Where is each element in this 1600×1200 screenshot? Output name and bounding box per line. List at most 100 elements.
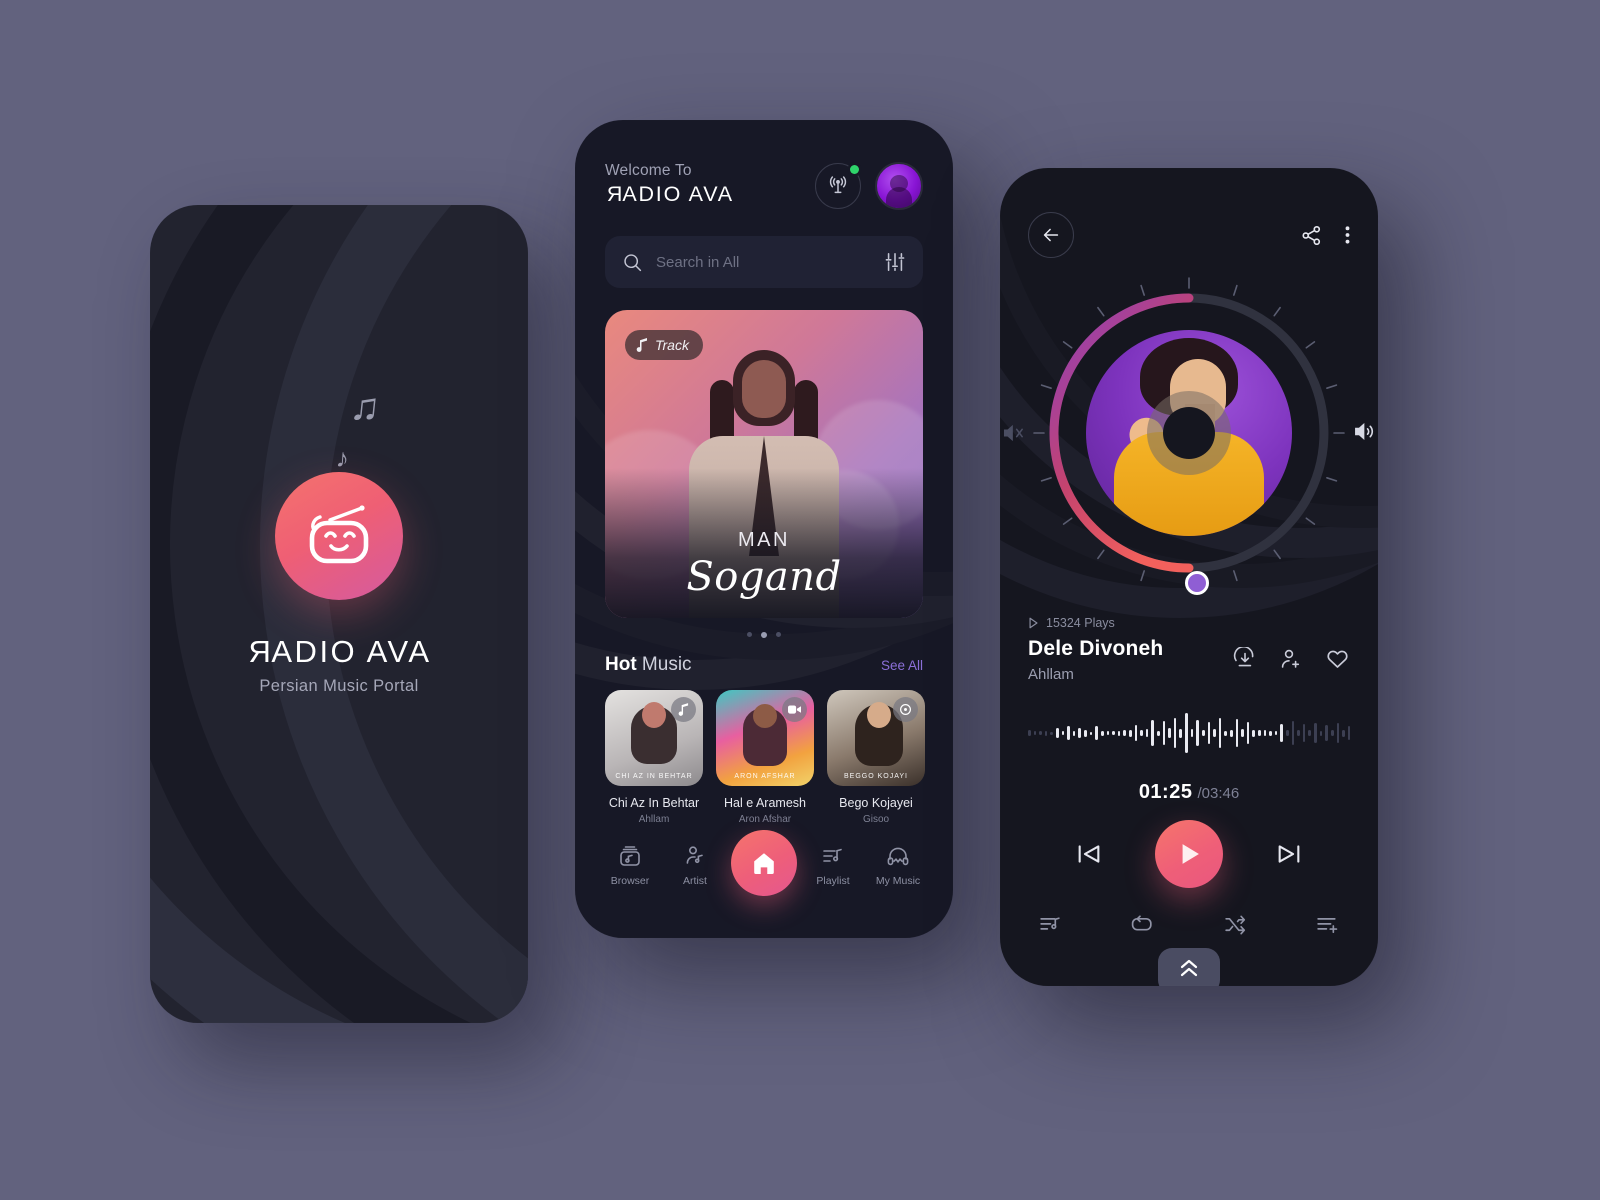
pull-up-handle[interactable] xyxy=(1158,948,1220,986)
waveform-bar xyxy=(1229,729,1233,737)
current-time: 01:25 xyxy=(1138,781,1193,803)
track-title: Chi Az In Behtar xyxy=(608,796,700,810)
track-info: 15324 Plays Dele Divoneh Ahllam xyxy=(1028,616,1350,683)
cover-caption: ARON AFSHAR xyxy=(734,773,796,780)
waveform-bar xyxy=(1263,730,1267,736)
waveform-bar xyxy=(1291,721,1295,745)
waveform-bar xyxy=(1274,731,1278,735)
splash-brand-name: RADIO AVA xyxy=(246,634,431,670)
add-person-icon[interactable] xyxy=(1279,647,1303,671)
previous-button[interactable] xyxy=(1075,840,1103,868)
waveform-bar xyxy=(1218,718,1222,748)
volume-up-icon[interactable] xyxy=(1353,420,1376,443)
waveform-bar xyxy=(1100,730,1104,736)
pagination-dot-active[interactable] xyxy=(761,632,767,638)
sidebar-item-artist[interactable]: Artist xyxy=(666,844,724,887)
add-to-playlist-icon[interactable] xyxy=(1315,912,1340,937)
home-header: Welcome To RADIO AVA xyxy=(605,162,923,210)
tab-label: My Music xyxy=(875,875,921,887)
header-greeting-block: Welcome To RADIO AVA xyxy=(605,162,734,207)
sidebar-item-browser[interactable]: Browser xyxy=(601,844,659,887)
volume-mute-icon[interactable] xyxy=(1002,422,1024,444)
home-icon xyxy=(750,849,778,877)
back-button[interactable] xyxy=(1028,212,1074,258)
progress-knob[interactable] xyxy=(1185,571,1209,595)
waveform-bar xyxy=(1330,730,1334,736)
waveform-bar xyxy=(1179,728,1183,738)
arrow-left-icon xyxy=(1040,224,1062,246)
search-bar[interactable] xyxy=(605,236,923,288)
featured-track-card[interactable]: Track MAN Sogand xyxy=(605,310,923,618)
playback-controls xyxy=(1028,820,1350,888)
brand-rest: ADIO AVA xyxy=(622,182,734,206)
waveform-bar xyxy=(1140,730,1143,736)
waveform-bar xyxy=(1106,731,1110,735)
shuffle-icon[interactable] xyxy=(1223,912,1248,937)
list-item[interactable]: ARON AFSHAR Hal e Aramesh Aron Afshar xyxy=(716,690,814,825)
broadcast-icon xyxy=(827,175,849,197)
music-note-icon xyxy=(671,697,696,722)
queue-music-icon[interactable] xyxy=(1038,912,1063,937)
cover-caption: CHI AZ IN BEHTAR xyxy=(615,773,693,780)
carousel-pagination[interactable] xyxy=(605,632,923,638)
heart-icon[interactable] xyxy=(1325,646,1350,671)
album-cover[interactable]: BEGGO KOJAYI xyxy=(827,690,925,786)
avatar[interactable] xyxy=(875,162,923,210)
album-cover[interactable]: ARON AFSHAR xyxy=(716,690,814,786)
waveform-bar xyxy=(1213,729,1216,737)
waveform-bar xyxy=(1168,728,1171,738)
sidebar-item-home[interactable] xyxy=(731,830,797,896)
search-input[interactable] xyxy=(656,253,871,271)
waveform-bar xyxy=(1056,728,1059,738)
brand-first-letter: R xyxy=(605,182,623,206)
waveform-bar xyxy=(1134,725,1138,741)
sidebar-item-playlist[interactable]: Playlist xyxy=(804,844,862,887)
online-status-dot xyxy=(850,165,859,174)
waveform-bar xyxy=(1280,724,1284,742)
waveform-bar xyxy=(1117,730,1121,736)
waveform-bar xyxy=(1044,730,1048,736)
waveform-bar xyxy=(1308,730,1312,736)
download-circle-icon[interactable] xyxy=(1233,646,1257,671)
share-icon[interactable] xyxy=(1300,224,1323,247)
waveform-bar xyxy=(1342,729,1345,737)
waveform-bar xyxy=(1319,730,1323,736)
waveform-bar xyxy=(1128,729,1132,737)
chevron-up-double-icon xyxy=(1177,957,1201,979)
waveform-bar xyxy=(1336,723,1340,743)
next-button[interactable] xyxy=(1275,840,1303,868)
track-artist: Gisoo xyxy=(862,814,890,825)
sidebar-item-my-music[interactable]: My Music xyxy=(869,844,927,887)
track-badge-label: Track xyxy=(655,337,689,353)
playlist-icon xyxy=(821,844,845,868)
total-time: /03:46 xyxy=(1197,785,1240,802)
see-all-link[interactable]: See All xyxy=(881,658,923,673)
waveform-bar xyxy=(1235,719,1239,747)
repeat-icon[interactable] xyxy=(1130,912,1155,937)
more-vertical-icon[interactable] xyxy=(1345,224,1350,246)
waveform-bar xyxy=(1028,730,1031,736)
pagination-dot[interactable] xyxy=(776,632,781,637)
player-utilities xyxy=(1028,912,1350,937)
waveform-bar xyxy=(1325,725,1328,741)
broadcast-button[interactable] xyxy=(815,163,861,209)
pagination-dot[interactable] xyxy=(747,632,752,637)
waveform-bar xyxy=(1302,724,1306,742)
phone-player-screen: 15324 Plays Dele Divoneh Ahllam 01:25 /0… xyxy=(1000,168,1378,986)
waveform-bar xyxy=(1252,729,1255,737)
album-cover[interactable]: CHI AZ IN BEHTAR xyxy=(605,690,703,786)
play-button[interactable] xyxy=(1155,820,1223,888)
screenshot-canvas: ♫ ♪ ♪ RADIO AVA Persian Music Portal xyxy=(0,0,1600,1200)
brand-rest: ADIO AVA xyxy=(271,634,432,669)
list-item[interactable]: BEGGO KOJAYI Bego Kojayei Gisoo xyxy=(827,690,925,825)
list-item[interactable]: CHI AZ IN BEHTAR Chi Az In Behtar Ahllam xyxy=(605,690,703,825)
waveform-bar xyxy=(1162,721,1166,745)
player-disc[interactable] xyxy=(1003,272,1373,595)
waveform-bar xyxy=(1196,720,1199,746)
waveform[interactable] xyxy=(1028,705,1351,761)
sliders-icon[interactable] xyxy=(884,251,906,273)
time-display: 01:25/03:46 xyxy=(1028,781,1350,804)
waveform-bar xyxy=(1190,729,1194,737)
header-brand-name: RADIO AVA xyxy=(605,182,734,207)
waveform-bar xyxy=(1061,731,1065,735)
